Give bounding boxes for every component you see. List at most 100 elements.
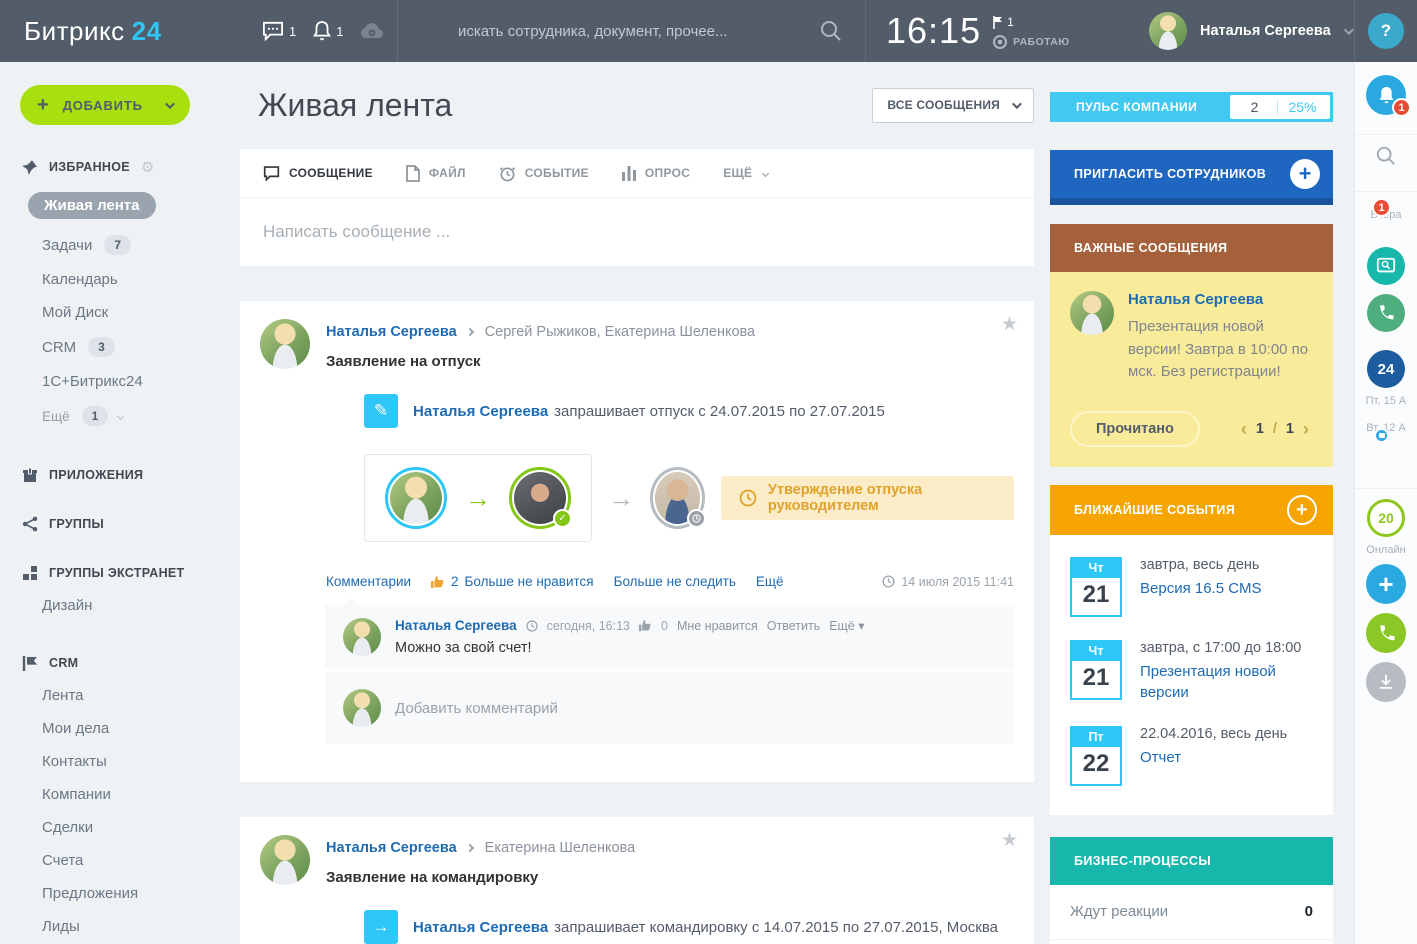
sidebar-item-deals[interactable]: Сделки [0,811,240,844]
comment-author-link[interactable]: Наталья Сергеева [395,618,517,633]
post-author-avatar[interactable] [260,835,310,885]
post-title: Заявление на командировку [326,869,635,886]
process-row-my[interactable]: Мои процессы 6 [1050,940,1333,944]
search-icon [1375,145,1397,167]
bitrix24-chat-bot[interactable]: 24 [1367,350,1405,388]
chevron-down-icon [165,99,175,109]
help-button[interactable]: ? [1368,13,1404,49]
post-author-avatar[interactable] [260,319,310,369]
post-date: 14 июля 2015 11:41 [882,575,1014,589]
cloud-disk-icon[interactable] [360,22,384,40]
add-chat-button[interactable]: + [1366,564,1406,604]
sidebar-item-tasks[interactable]: Задачи7 [0,227,240,263]
feed-filter-button[interactable]: ВСЕ СООБЩЕНИЯ [872,88,1034,123]
flag-icon [993,16,1002,29]
star-icon[interactable]: ★ [1001,313,1018,336]
notifications-bell-button[interactable]: 1 [1366,75,1406,115]
online-users-button[interactable]: 20 [1367,499,1405,537]
event-link[interactable]: Версия 16.5 CMS [1140,578,1262,599]
important-author-avatar[interactable] [1070,291,1114,335]
sidebar-item-leads[interactable]: Лиды [0,910,240,943]
process-row-awaiting[interactable]: Ждут реакции 0 [1050,885,1333,940]
sidebar-item-1c-bitrix24[interactable]: 1С+Битрикс24 [0,365,240,398]
bell-icon[interactable] [313,21,331,41]
important-author-link[interactable]: Наталья Сергеева [1128,291,1263,308]
section-apps[interactable]: ПРИЛОЖЕНИЯ [0,467,240,483]
tab-more[interactable]: ЕЩЁ [723,166,768,180]
workflow-initiator-avatar [385,467,447,529]
rail-search-button[interactable] [1375,145,1397,172]
tab-message[interactable]: СООБЩЕНИЕ [263,165,373,181]
star-icon[interactable]: ★ [1001,829,1018,852]
tab-poll[interactable]: ОПРОС [622,166,690,181]
tab-event[interactable]: СОБЫТИЕ [499,165,589,182]
add-event-button[interactable]: + [1287,495,1317,525]
event-link[interactable]: Презентация новой версии [1140,661,1313,703]
request-author-link[interactable]: Наталья Сергеева [413,919,548,936]
call-history-button[interactable] [1367,294,1405,332]
comment-reply-link[interactable]: Ответить [767,619,820,633]
event-link[interactable]: Отчет [1140,747,1181,768]
user-menu[interactable]: Наталья Сергеева [1127,0,1354,62]
section-extranet-groups[interactable]: ГРУППЫ ЭКСТРАНЕТ [0,565,240,581]
blocks-icon [22,565,38,581]
download-app-button[interactable] [1366,662,1406,702]
sidebar-item-crm-feed[interactable]: Лента [0,679,240,712]
comment-like-link[interactable]: Мне нравится [677,619,758,633]
unlike-link[interactable]: 2 Больше не нравится [431,574,594,589]
post-author-link[interactable]: Наталья Сергеева [326,840,457,856]
flag-counter[interactable]: 1 [993,15,1069,29]
user-avatar[interactable] [1149,12,1187,50]
comment-more-link[interactable]: Ещё ▾ [829,618,864,633]
more-badge: 1 [82,406,109,426]
chat-icon[interactable] [262,21,284,41]
bell-badge: 1 [1392,98,1411,117]
comment-author-avatar[interactable] [343,618,381,656]
important-messages-header: ВАЖНЫЕ СООБЩЕНИЯ [1050,224,1333,272]
pager-total: 1 [1286,421,1294,437]
post-author-link[interactable]: Наталья Сергеева [326,324,457,340]
help-area: ? [1354,0,1417,62]
gear-icon[interactable]: ⚙ [141,158,155,176]
sidebar-item-invoices[interactable]: Счета [0,844,240,877]
request-author-link[interactable]: Наталья Сергеева [413,403,548,420]
important-pager: ‹ 1 / 1 › [1241,420,1313,438]
event-when: завтра, весь день [1140,557,1262,573]
add-comment-input[interactable] [395,700,996,717]
company-pulse-widget[interactable]: ПУЛЬС КОМПАНИИ 2 25% [1050,92,1333,122]
section-crm[interactable]: CRM [0,655,240,671]
tab-file[interactable]: ФАЙЛ [406,165,466,182]
feed-post-vacation: ★ Наталья Сергеева Сергей Рыжиков, Екате… [240,301,1034,782]
section-favorites[interactable]: ИЗБРАННОЕ ⚙ [0,158,240,176]
pager-prev-icon[interactable]: ‹ [1241,420,1247,438]
sidebar-item-my-activities[interactable]: Мои дела [0,712,240,745]
app-logo[interactable]: Битрикс 24 [0,0,240,62]
screen-share-button[interactable] [1367,247,1405,285]
camera-badge-icon [1374,428,1389,443]
global-search-input[interactable] [458,23,819,40]
post-more-link[interactable]: Ещё [756,574,790,589]
chevron-down-icon [1012,99,1022,109]
sidebar-item-calendar[interactable]: Календарь [0,263,240,296]
unfollow-link[interactable]: Больше не следить [614,574,736,589]
sidebar-item-contacts[interactable]: Контакты [0,745,240,778]
comments-link[interactable]: Комментарии [326,574,411,589]
search-icon[interactable] [819,19,843,43]
sidebar-item-design[interactable]: Дизайн [0,589,240,622]
sidebar-item-quotes[interactable]: Предложения [0,877,240,910]
new-message-input[interactable] [263,222,1011,242]
invite-employees-button[interactable]: ПРИГЛАСИТЬ СОТРУДНИКОВ + [1050,150,1333,205]
calendar-date-icon: Чт 21 [1070,557,1122,617]
pager-next-icon[interactable]: › [1303,420,1309,438]
mark-read-button[interactable]: Прочитано [1070,411,1200,447]
section-groups[interactable]: ГРУППЫ [0,516,240,532]
work-status-toggle[interactable]: РАБОТАЮ [993,35,1069,49]
crm-badge: 3 [88,337,115,357]
sidebar-item-more[interactable]: Ещё1 [0,398,240,434]
sidebar-item-my-disk[interactable]: Мой Диск [0,296,240,329]
sidebar-item-crm[interactable]: CRM3 [0,329,240,365]
sidebar-item-live-feed[interactable]: Живая лента [0,184,240,227]
sidebar-item-companies[interactable]: Компании [0,778,240,811]
add-button[interactable]: + ДОБАВИТЬ [20,85,190,125]
call-button[interactable] [1366,613,1406,653]
